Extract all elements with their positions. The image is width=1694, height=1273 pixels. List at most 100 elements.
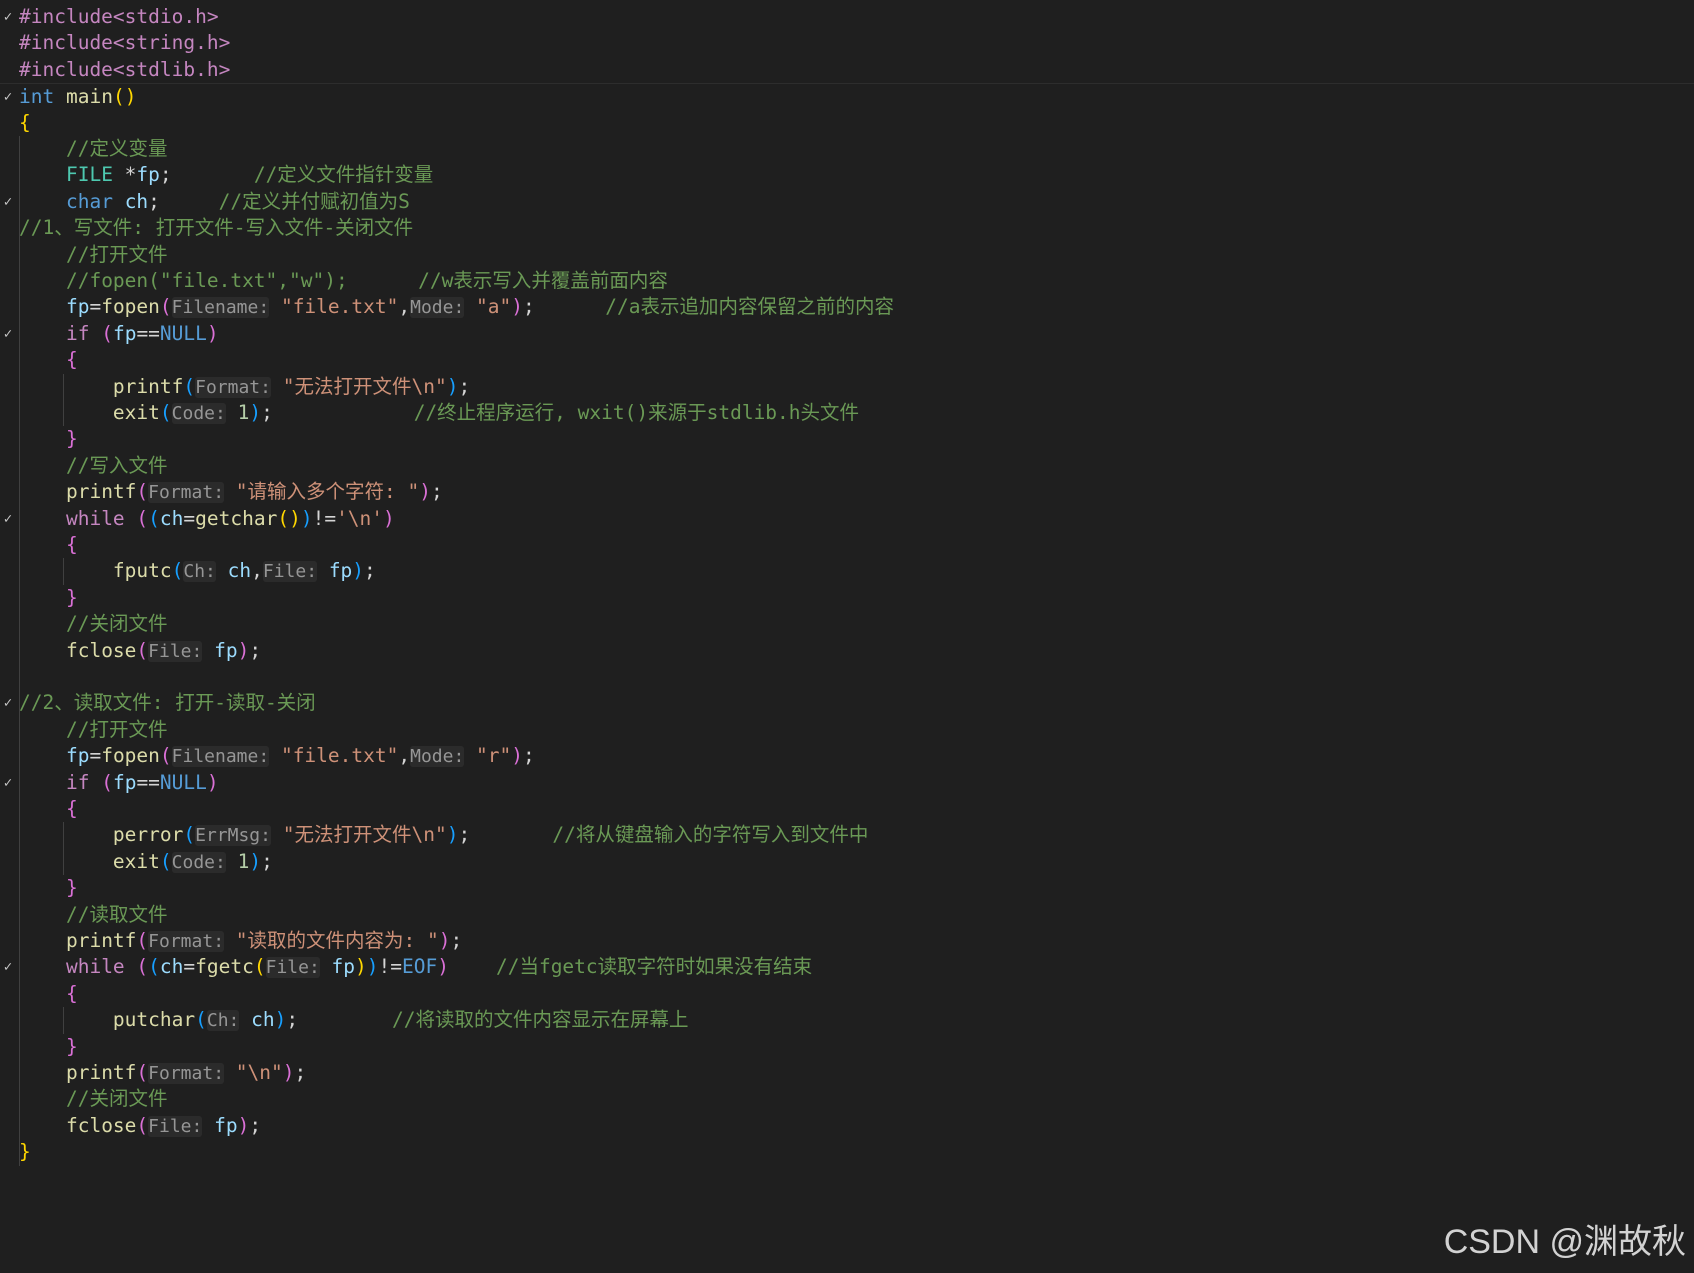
fold-chevron-icon[interactable]: ✓ — [0, 506, 16, 532]
code-line[interactable]: { — [0, 532, 1694, 558]
parameter-hint: File: — [262, 561, 318, 583]
fold-chevron-icon — [0, 374, 16, 400]
code-token: ( — [159, 744, 172, 768]
code-line[interactable]: { — [0, 796, 1694, 822]
code-token: //读取文件 — [65, 902, 168, 926]
code-line[interactable]: exit(Code: 1); //终止程序运行, wxit()来源于stdlib… — [0, 400, 1694, 426]
fold-chevron-icon[interactable]: ✓ — [0, 4, 16, 30]
fold-chevron-icon — [0, 1060, 16, 1086]
code-token: ch — [159, 506, 184, 530]
code-line[interactable]: printf(Format: "\n"); — [0, 1060, 1694, 1086]
code-line[interactable]: fp=fopen(Filename: "file.txt",Mode: "a")… — [0, 294, 1694, 320]
code-token: } — [65, 1034, 78, 1058]
code-token: ) — [383, 506, 395, 530]
fold-chevron-icon — [0, 1086, 16, 1112]
code-token: ) — [274, 1008, 287, 1032]
code-text: if (fp==NULL) — [19, 770, 219, 796]
code-token: ( — [136, 506, 149, 530]
code-line[interactable]: ✓ if (fp==NULL) — [0, 321, 1694, 347]
code-line[interactable]: ✓ int main() — [0, 83, 1694, 110]
code-line[interactable]: ✓//2、读取文件: 打开-读取-关闭 — [0, 690, 1694, 716]
code-line[interactable]: fputc(Ch: ch,File: fp); — [0, 558, 1694, 584]
code-line[interactable]: { — [0, 110, 1694, 136]
parameter-hint: Format: — [195, 376, 271, 398]
code-text: perror(ErrMsg: "无法打开文件\n"); //将从键盘输入的字符写… — [19, 822, 868, 849]
code-line[interactable]: //打开文件 — [0, 242, 1694, 268]
code-line[interactable]: //关闭文件 — [0, 611, 1694, 637]
code-token: fopen — [101, 744, 160, 768]
code-line[interactable]: } — [0, 426, 1694, 452]
parameter-hint: Code: — [171, 851, 226, 873]
code-line[interactable]: } — [0, 1139, 1694, 1165]
code-line[interactable]: FILE *fp; //定义文件指针变量 — [0, 162, 1694, 188]
code-text: fp=fopen(Filename: "file.txt",Mode: "r")… — [19, 743, 535, 770]
parameter-hint: Mode: — [410, 297, 465, 319]
fold-chevron-icon[interactable]: ✓ — [0, 189, 16, 215]
code-line[interactable]: ✓ char ch; //定义并付赋初值为S — [0, 189, 1694, 215]
code-line[interactable]: //关闭文件 — [0, 1086, 1694, 1112]
code-line[interactable]: //打开文件 — [0, 717, 1694, 743]
code-line[interactable]: exit(Code: 1); — [0, 849, 1694, 875]
code-line[interactable]: { — [0, 981, 1694, 1007]
code-line[interactable]: //写入文件 — [0, 453, 1694, 479]
fold-chevron-icon[interactable]: ✓ — [0, 954, 16, 980]
code-line[interactable]: fclose(File: fp); — [0, 1113, 1694, 1139]
code-line[interactable]: ✓ while ((ch=fgetc(File: fp))!=EOF) //当f… — [0, 954, 1694, 980]
code-line[interactable]: ✓ if (fp==NULL) — [0, 770, 1694, 796]
fold-chevron-icon — [0, 268, 16, 294]
fold-chevron-icon[interactable]: ✓ — [0, 84, 16, 110]
code-line[interactable]: //定义变量 — [0, 136, 1694, 162]
code-line[interactable]: printf(Format: "请输入多个字符: "); — [0, 479, 1694, 505]
fold-chevron-icon — [0, 57, 16, 83]
code-line[interactable]: #include<string.h> — [0, 30, 1694, 56]
code-text: putchar(Ch: ch); //将读取的文件内容显示在屏幕上 — [19, 1007, 689, 1034]
code-token: ( — [253, 955, 266, 979]
indent-guide — [63, 373, 64, 427]
fold-chevron-icon[interactable]: ✓ — [0, 770, 16, 796]
code-line[interactable]: //fopen("file.txt","w"); //w表示写入并覆盖前面内容 — [0, 268, 1694, 294]
code-line[interactable]: perror(ErrMsg: "无法打开文件\n"); //将从键盘输入的字符写… — [0, 822, 1694, 848]
code-text: if (fp==NULL) — [19, 321, 219, 347]
code-token: //1、写文件: 打开文件-写入文件-关闭文件 — [19, 216, 414, 240]
fold-chevron-icon — [0, 30, 16, 56]
fold-chevron-icon — [0, 110, 16, 136]
code-token: fputc — [112, 559, 172, 583]
fold-chevron-icon[interactable]: ✓ — [0, 321, 16, 347]
code-line[interactable]: fp=fopen(Filename: "file.txt",Mode: "r")… — [0, 743, 1694, 769]
code-line[interactable]: printf(Format: "无法打开文件\n"); — [0, 374, 1694, 400]
code-token: '\n' — [336, 506, 384, 530]
code-text: //写入文件 — [19, 453, 167, 479]
code-line[interactable]: //1、写文件: 打开文件-写入文件-关闭文件 — [0, 215, 1694, 241]
code-line[interactable]: ✓ while ((ch=getchar())!='\n') — [0, 506, 1694, 532]
code-line[interactable]: } — [0, 585, 1694, 611]
code-token: ch — [227, 559, 252, 583]
code-editor[interactable]: ✓ #include<stdio.h> #include<string.h> #inc… — [0, 0, 1694, 1273]
code-line[interactable]: ✓ #include<stdio.h> — [0, 4, 1694, 30]
code-token: 1 — [237, 849, 250, 873]
code-line[interactable]: } — [0, 875, 1694, 901]
code-token: ) — [511, 744, 524, 768]
code-token: ( — [136, 1113, 149, 1137]
code-token: //终止程序运行, wxit()来源于stdlib.h头文件 — [413, 401, 860, 424]
code-line[interactable]: #include<stdlib.h> — [0, 57, 1694, 83]
code-line[interactable]: printf(Format: "读取的文件内容为: "); — [0, 928, 1694, 954]
code-line[interactable]: } — [0, 1034, 1694, 1060]
code-line[interactable]: putchar(Ch: ch); //将读取的文件内容显示在屏幕上 — [0, 1007, 1694, 1033]
code-token: ( — [183, 823, 196, 847]
code-line[interactable]: //读取文件 — [0, 902, 1694, 928]
code-line[interactable]: { — [0, 347, 1694, 373]
code-line[interactable]: fclose(File: fp); — [0, 638, 1694, 664]
code-line[interactable] — [0, 664, 1694, 690]
fold-chevron-icon[interactable]: ✓ — [0, 690, 16, 716]
